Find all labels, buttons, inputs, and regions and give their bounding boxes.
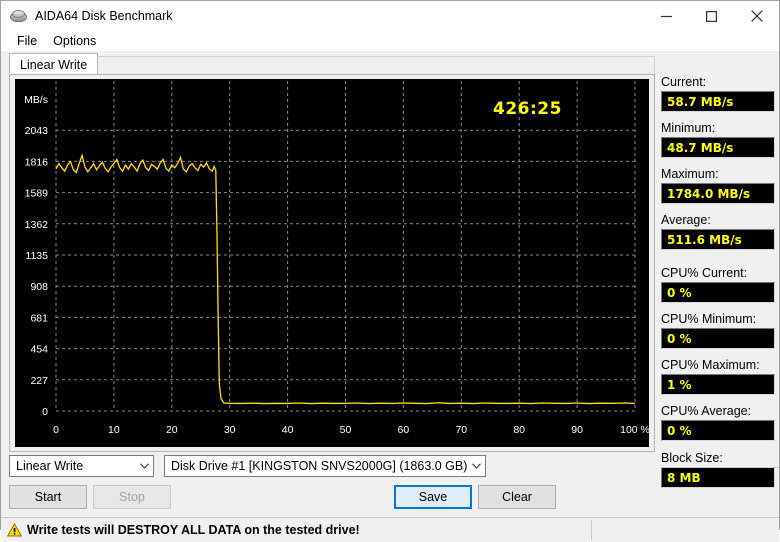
minimize-icon[interactable] (644, 1, 689, 31)
svg-text:681: 681 (30, 312, 48, 324)
stat-value-box-5: 0 % (661, 328, 775, 349)
benchmark-graph-svg: MB/s 2043 1816 1589 1362 1135 908 681 454 227 00 10… (24, 81, 649, 436)
stat-value-3: 511.6 MB/s (667, 232, 742, 247)
aida64-disk-benchmark-window: AIDA64 Disk Benchmark File Options Linea… (0, 0, 780, 542)
stat-value-4: 0 % (667, 285, 692, 300)
stat-value-box-0: 58.7 MB/s (661, 91, 775, 112)
stat-value-box-2: 1784.0 MB/s (661, 183, 775, 204)
benchmark-mode-select[interactable]: Linear Write (9, 455, 154, 477)
svg-text:10: 10 (108, 424, 120, 436)
tab-strip: Linear Write (9, 53, 655, 75)
disk-icon (9, 8, 27, 24)
save-button[interactable]: Save (394, 485, 472, 509)
benchmark-graph: MB/s 2043 1816 1589 1362 1135 908 681 454 227 0 0 10… (15, 79, 649, 447)
button-row: Start Stop Save Clear (9, 485, 655, 511)
chevron-down-icon (467, 463, 485, 469)
svg-text:0: 0 (53, 424, 59, 436)
menu-item-file[interactable]: File (9, 33, 45, 49)
warning-message: Write tests will DESTROY ALL DATA on the… (27, 523, 360, 537)
stat-label-3: Average: (661, 213, 711, 227)
stat-label-0: Current: (661, 75, 707, 89)
stat-value-box-7: 0 % (661, 420, 775, 441)
svg-text:100 %: 100 % (620, 424, 649, 436)
svg-text:2043: 2043 (25, 125, 49, 137)
stat-label-4: CPU% Current: (661, 266, 748, 280)
panel-separator (658, 53, 659, 463)
svg-text:1589: 1589 (25, 188, 49, 200)
svg-text:454: 454 (30, 344, 48, 356)
close-icon[interactable] (734, 1, 779, 31)
svg-text:0: 0 (42, 406, 48, 418)
stat-label-6: CPU% Maximum: (661, 358, 760, 372)
stat-label-5: CPU% Minimum: (661, 312, 757, 326)
svg-text:30: 30 (224, 424, 236, 436)
drive-select-value: Disk Drive #1 [KINGSTON SNVS2000G] (1863… (171, 459, 467, 473)
stat-value-7: 0 % (667, 423, 692, 438)
svg-text:1362: 1362 (25, 219, 49, 231)
svg-text:MB/s: MB/s (24, 94, 48, 106)
stat-value-box-6: 1 % (661, 374, 775, 395)
svg-text:227: 227 (30, 375, 48, 387)
start-button[interactable]: Start (9, 485, 87, 509)
stat-label-7: CPU% Average: (661, 404, 752, 418)
benchmark-mode-value: Linear Write (16, 459, 84, 473)
stat-value-2: 1784.0 MB/s (667, 186, 751, 201)
svg-text:70: 70 (455, 424, 467, 436)
stat-value-box-8: 8 MB (661, 467, 775, 488)
tab-strip-filler (93, 56, 655, 75)
maximize-icon[interactable] (689, 1, 734, 31)
stat-value-5: 0 % (667, 331, 692, 346)
warning-separator (591, 520, 592, 540)
drive-select[interactable]: Disk Drive #1 [KINGSTON SNVS2000G] (1863… (164, 455, 486, 477)
clear-button[interactable]: Clear (478, 485, 556, 509)
svg-text:20: 20 (166, 424, 178, 436)
svg-text:908: 908 (30, 281, 48, 293)
svg-text:1816: 1816 (25, 156, 49, 168)
stat-label-1: Minimum: (661, 121, 716, 135)
svg-text:40: 40 (282, 424, 294, 436)
stat-value-8: 8 MB (667, 470, 701, 485)
stats-sidebar: Current: 58.7 MB/s Minimum: 48.7 MB/s Maximu… (661, 51, 779, 488)
svg-text:60: 60 (398, 424, 410, 436)
stat-label-8: Block Size: (661, 451, 723, 465)
stat-value-0: 58.7 MB/s (667, 94, 734, 109)
stat-value-box-1: 48.7 MB/s (661, 137, 775, 158)
selector-row: Linear Write Disk Drive #1 [KINGSTON SNV… (9, 455, 655, 479)
chevron-down-icon (135, 463, 153, 469)
svg-text:80: 80 (513, 424, 525, 436)
svg-text:90: 90 (571, 424, 583, 436)
window-title: AIDA64 Disk Benchmark (35, 9, 173, 23)
stat-value-box-3: 511.6 MB/s (661, 229, 775, 250)
chart-panel: MB/s 2043 1816 1589 1362 1135 908 681 454 227 0 0 10… (9, 74, 655, 452)
elapsed-timer: 426:25 (493, 99, 562, 119)
stop-button: Stop (93, 485, 171, 509)
menu-item-options[interactable]: Options (45, 33, 104, 49)
sidebar-divider (661, 467, 779, 468)
svg-text:1135: 1135 (25, 250, 48, 262)
stat-value-box-4: 0 % (661, 282, 775, 303)
warning-triangle-icon (6, 522, 23, 537)
svg-text:50: 50 (340, 424, 352, 436)
title-bar: AIDA64 Disk Benchmark (1, 1, 779, 31)
window-buttons (644, 1, 779, 31)
menu-bar: File Options (1, 31, 779, 51)
stat-label-2: Maximum: (661, 167, 719, 181)
stat-value-6: 1 % (667, 377, 692, 392)
tab-linear-write[interactable]: Linear Write (9, 53, 99, 75)
stat-value-1: 48.7 MB/s (667, 140, 734, 155)
